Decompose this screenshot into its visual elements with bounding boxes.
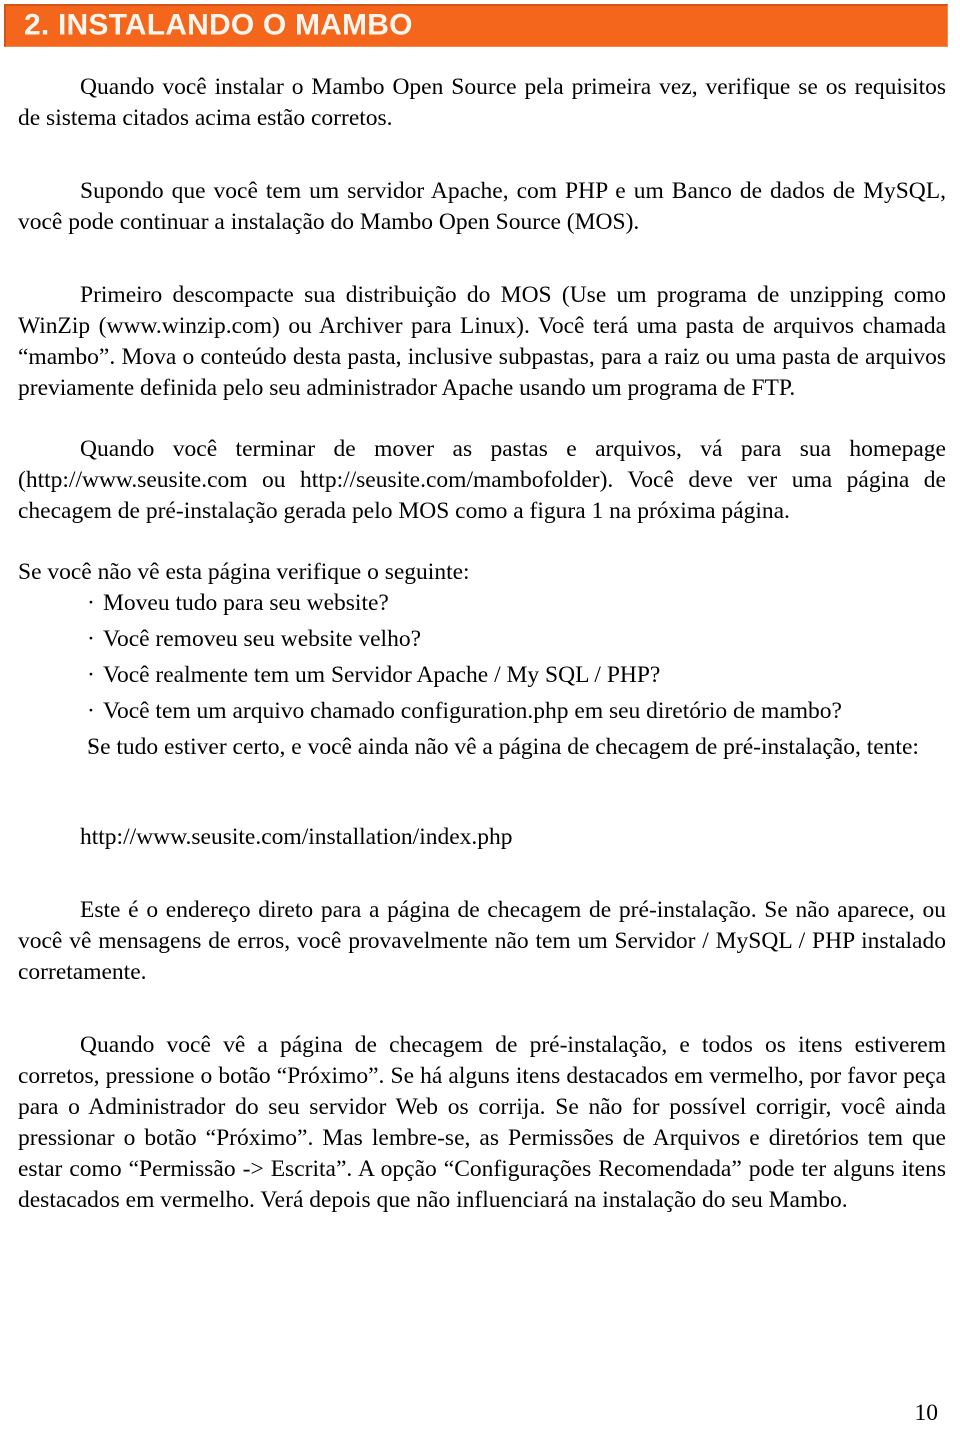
bullet-icon: · (87, 698, 95, 725)
list-item-label: Você tem um arquivo chamado configuratio… (103, 698, 842, 725)
paragraph-homepage: Quando você terminar de mover as pastas … (18, 436, 946, 525)
list-item-label: Se tudo estiver certo, e você ainda não … (87, 734, 919, 760)
page-title: 2. INSTALANDO O MAMBO (24, 8, 413, 42)
paragraph-permissions: Quando você vê a página de checagem de p… (18, 1032, 946, 1214)
bullet-icon: · (87, 662, 95, 689)
page-number: 10 (914, 1399, 939, 1426)
paragraph-direct-address: Este é o endereço direto para a página d… (18, 896, 946, 985)
paragraph-requirements: Supondo que você tem um servidor Apache,… (18, 178, 946, 236)
troubleshooting-checklist: · Moveu tudo para seu website? · Você re… (18, 588, 946, 764)
bullet-icon: · (87, 590, 95, 617)
section-heading-bar: 2. INSTALANDO O MAMBO (4, 4, 948, 47)
list-item: · Você realmente tem um Servidor Apache … (18, 660, 946, 692)
document-page: 2. INSTALANDO O MAMBO Quando você instal… (0, 0, 960, 1447)
list-item: · Você removeu seu website velho? (18, 624, 946, 656)
paragraph-unzip: Primeiro descompacte sua distribuição do… (18, 282, 946, 402)
installation-url[interactable]: http://www.seusite.com/installation/inde… (18, 822, 946, 853)
document-body: Quando você instalar o Mambo Open Source… (18, 72, 946, 1216)
list-item: · Se tudo estiver certo, e você ainda nã… (18, 732, 946, 764)
list-item-label: Você realmente tem um Servidor Apache / … (103, 662, 661, 689)
list-item: · Você tem um arquivo chamado configurat… (18, 696, 946, 728)
bullet-icon: · (87, 626, 95, 653)
bullet-icon: · (87, 734, 95, 760)
list-item: · Moveu tudo para seu website? (18, 588, 946, 620)
paragraph-intro: Quando você instalar o Mambo Open Source… (18, 74, 946, 132)
list-item-label: Moveu tudo para seu website? (103, 590, 389, 617)
paragraph-checklist-lead: Se você não vê esta página verifique o s… (18, 559, 470, 586)
list-item-label: Você removeu seu website velho? (103, 626, 422, 653)
